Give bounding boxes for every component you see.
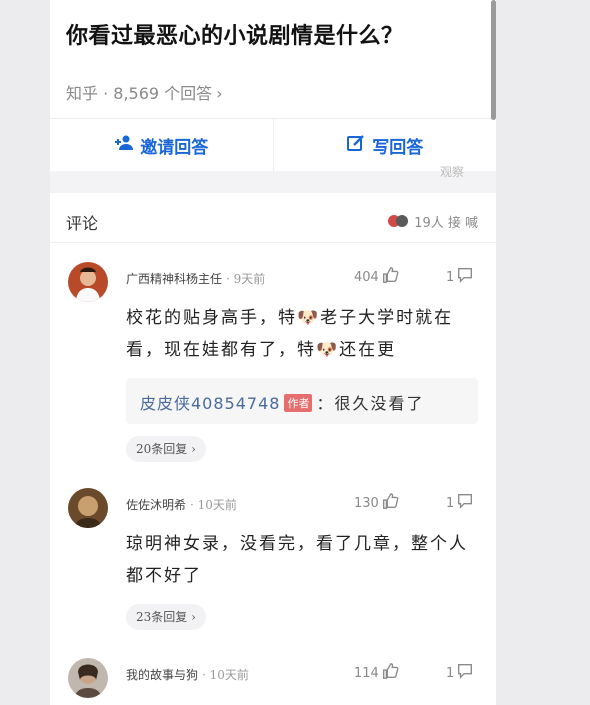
chevron-right-icon: › [216,84,223,103]
avatar[interactable] [68,262,108,302]
comment-time: · 10天前 [190,498,237,512]
comment-user[interactable]: 佐佐沐明希 · 10天前 [126,496,237,513]
comment-icon [456,266,474,288]
write-answer-label: 写回答 [372,137,424,158]
answer-count: 知乎 · 8,569 个回答 [66,84,213,103]
comment-icon [456,492,474,514]
thumbs-up-icon [381,492,399,514]
thumbs-up-icon [381,266,399,288]
comment-user[interactable]: 我的故事与狗 · 10天前 [126,666,249,683]
comments-likes: 19人 接 喊 [388,212,478,231]
add-user-icon [114,133,134,158]
reply-username[interactable]: 皮皮侠40854748 [140,394,280,413]
likes-count: 19人 接 喊 [414,216,478,231]
like-count: 404 [354,269,379,285]
scrollbar[interactable] [491,0,496,120]
reply-count: 1 [446,665,455,681]
reply-button[interactable]: 1 [446,662,474,684]
question-title[interactable]: 你看过最恶心的小说剧情是什么？ [66,18,404,50]
invite-answer-label: 邀请回答 [140,137,209,158]
username[interactable]: 广西精神科杨主任 [126,272,222,286]
comment-text: 校花的贴身高手，特🐶老子大学时就在看，现在娃都有了，特🐶还在更 [126,308,454,360]
reply-count: 1 [446,269,455,285]
like-button[interactable]: 114 [354,662,399,684]
action-bar: 邀请回答 写回答 [50,118,496,172]
comment-text: 琼明神女录，没看完，看了几章，整个人都不好了 [126,534,468,586]
reply-count: 1 [446,495,455,511]
edit-icon [346,133,366,158]
question-meta[interactable]: 知乎 · 8,569 个回答 › [66,80,223,104]
divider [50,242,496,243]
reply-button[interactable]: 1 [446,266,474,288]
comment-time: · 10天前 [202,668,249,682]
watermark: 观察 [440,165,465,179]
invite-answer-button[interactable]: 邀请回答 [50,119,274,171]
like-count: 130 [354,495,379,511]
avatar[interactable] [68,488,108,528]
avatar[interactable] [68,658,108,698]
reply-text: ：很久没看了 [316,394,425,413]
username[interactable]: 佐佐沐明希 [126,498,186,512]
reply-button[interactable]: 1 [446,492,474,514]
username[interactable]: 我的故事与狗 [126,668,198,682]
reaction-avatars-icon [388,214,410,229]
comment-icon [456,662,474,684]
section-gap [50,171,496,193]
comment-time: · 9天前 [226,272,266,286]
comments-title: 评论 [66,214,99,233]
more-replies-button[interactable]: 23条回复 › [126,604,206,630]
comment-user[interactable]: 广西精神科杨主任 · 9天前 [126,270,265,287]
reply-preview[interactable]: 皮皮侠40854748 作者 ：很久没看了 [126,378,478,424]
like-count: 114 [354,665,379,681]
question-page: 你看过最恶心的小说剧情是什么？ 知乎 · 8,569 个回答 › 邀请回答 写回答… [50,0,496,705]
like-button[interactable]: 404 [354,266,399,288]
thumbs-up-icon [381,662,399,684]
like-button[interactable]: 130 [354,492,399,514]
more-replies-button[interactable]: 20条回复 › [126,436,206,462]
author-badge: 作者 [284,394,313,412]
